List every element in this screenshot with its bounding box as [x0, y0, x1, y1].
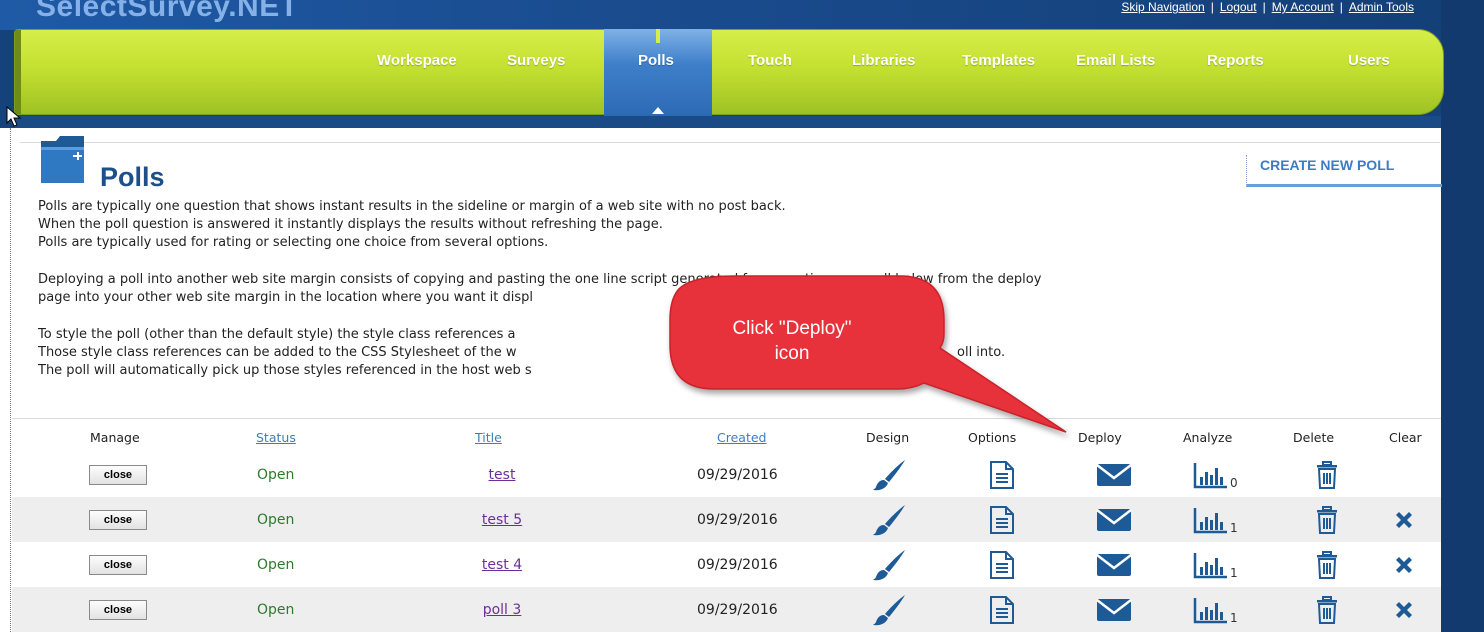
- nav-item-workspace[interactable]: Workspace: [377, 52, 457, 69]
- nav-item-polls[interactable]: Polls: [638, 52, 674, 69]
- admin-tools-link[interactable]: Admin Tools: [1349, 0, 1414, 14]
- my-account-link[interactable]: My Account: [1272, 0, 1334, 14]
- created-date: 09/29/2016: [697, 556, 778, 573]
- paintbrush-icon[interactable]: [872, 459, 906, 491]
- description-line: Those style class references can be adde…: [38, 345, 517, 360]
- envelope-icon[interactable]: [1096, 462, 1132, 488]
- app-logo[interactable]: SelectSurvey.NET: [36, 0, 299, 24]
- x-icon[interactable]: [1393, 599, 1415, 621]
- close-poll-button[interactable]: close: [89, 509, 147, 530]
- bar-chart-icon[interactable]: [1193, 506, 1229, 534]
- table-row: close Open test 4 09/29/2016 1: [12, 542, 1441, 587]
- header-manage: Manage: [90, 430, 140, 445]
- table-row: close Open test 5 09/29/2016 1: [12, 497, 1441, 542]
- header-status-sort[interactable]: Status: [256, 430, 296, 445]
- description-line: To style the poll (other than the defaul…: [38, 327, 516, 342]
- poll-title-link[interactable]: test 4: [467, 557, 537, 573]
- description-line: Polls are typically used for rating or s…: [38, 235, 549, 250]
- document-icon[interactable]: [989, 505, 1015, 535]
- document-icon[interactable]: [989, 460, 1015, 490]
- poll-title-link[interactable]: poll 3: [467, 602, 537, 618]
- envelope-icon[interactable]: [1096, 507, 1132, 533]
- envelope-icon[interactable]: [1096, 597, 1132, 623]
- top-links: Skip Navigation | Logout | My Account | Admin …: [1121, 0, 1414, 14]
- header-analyze: Analyze: [1183, 430, 1233, 445]
- created-date: 09/29/2016: [697, 511, 778, 528]
- status-value: Open: [257, 466, 295, 483]
- status-value: Open: [257, 556, 295, 573]
- x-icon[interactable]: [1393, 509, 1415, 531]
- poll-title-link[interactable]: test: [467, 467, 537, 483]
- nav-item-users[interactable]: Users: [1348, 52, 1390, 69]
- status-value: Open: [257, 601, 295, 618]
- nav-sub-strip: [14, 116, 1441, 128]
- trash-icon[interactable]: [1315, 550, 1339, 579]
- trash-icon[interactable]: [1315, 460, 1339, 489]
- close-poll-button[interactable]: close: [89, 554, 147, 575]
- nav-item-surveys[interactable]: Surveys: [507, 52, 565, 69]
- right-sidebar-strip: [1441, 0, 1484, 632]
- description-line: Deploying a poll into another web site m…: [38, 272, 1042, 287]
- logout-link[interactable]: Logout: [1220, 0, 1257, 14]
- nav-item-templates[interactable]: Templates: [962, 52, 1035, 69]
- paintbrush-icon[interactable]: [872, 549, 906, 581]
- analyze-response-count: 1: [1230, 521, 1238, 535]
- header-clear: Clear: [1389, 430, 1422, 445]
- paintbrush-icon[interactable]: [872, 594, 906, 626]
- x-icon[interactable]: [1393, 554, 1415, 576]
- document-icon[interactable]: [989, 550, 1015, 580]
- created-date: 09/29/2016: [697, 466, 778, 483]
- folder-add-icon: [41, 136, 84, 183]
- close-poll-button[interactable]: close: [89, 464, 147, 485]
- header-title-sort[interactable]: Title: [475, 430, 502, 445]
- header-design: Design: [866, 430, 910, 445]
- trash-icon[interactable]: [1315, 505, 1339, 534]
- table-row: close Open test 09/29/2016 0: [12, 452, 1441, 497]
- bar-chart-icon[interactable]: [1193, 461, 1229, 489]
- create-new-poll-button[interactable]: CREATE NEW POLL: [1246, 155, 1442, 187]
- description-line: When the poll question is answered it in…: [38, 217, 663, 232]
- header-options: Options: [968, 430, 1017, 445]
- header-delete: Delete: [1293, 430, 1335, 445]
- analyze-response-count: 1: [1230, 566, 1238, 580]
- callout-text: Click "Deploy" icon: [732, 318, 852, 364]
- nav-item-reports[interactable]: Reports: [1207, 52, 1264, 69]
- analyze-response-count: 0: [1230, 476, 1238, 490]
- paintbrush-icon[interactable]: [872, 504, 906, 536]
- bar-chart-icon[interactable]: [1193, 596, 1229, 624]
- nav-item-touch[interactable]: Touch: [748, 52, 792, 69]
- mouse-cursor-icon: [6, 106, 22, 127]
- header-deploy: Deploy: [1078, 430, 1122, 445]
- poll-title-link[interactable]: test 5: [467, 512, 537, 528]
- created-date: 09/29/2016: [697, 601, 778, 618]
- skip-navigation-link[interactable]: Skip Navigation: [1121, 0, 1204, 14]
- trash-icon[interactable]: [1315, 595, 1339, 624]
- bar-chart-icon[interactable]: [1193, 551, 1229, 579]
- page-title: Polls: [100, 162, 165, 192]
- description-line-tail: oll into.: [957, 345, 1006, 360]
- status-value: Open: [257, 511, 295, 528]
- close-poll-button[interactable]: close: [89, 599, 147, 620]
- description-line: The poll will automatically pick up thos…: [38, 363, 532, 378]
- header-created-sort[interactable]: Created: [717, 430, 766, 445]
- nav-item-email-lists[interactable]: Email Lists: [1076, 52, 1155, 69]
- analyze-response-count: 1: [1230, 611, 1238, 625]
- description-line: Polls are typically one question that sh…: [38, 199, 786, 214]
- active-indicator-arrow: [652, 107, 664, 114]
- main-nav-bar: [14, 29, 1444, 115]
- document-icon[interactable]: [989, 595, 1015, 625]
- table-row: close Open poll 3 09/29/2016 1: [12, 587, 1441, 632]
- description-line: page into your other web site margin in …: [38, 290, 534, 305]
- nav-active-highlight: [604, 29, 712, 116]
- envelope-icon[interactable]: [1096, 552, 1132, 578]
- nav-item-libraries[interactable]: Libraries: [852, 52, 915, 69]
